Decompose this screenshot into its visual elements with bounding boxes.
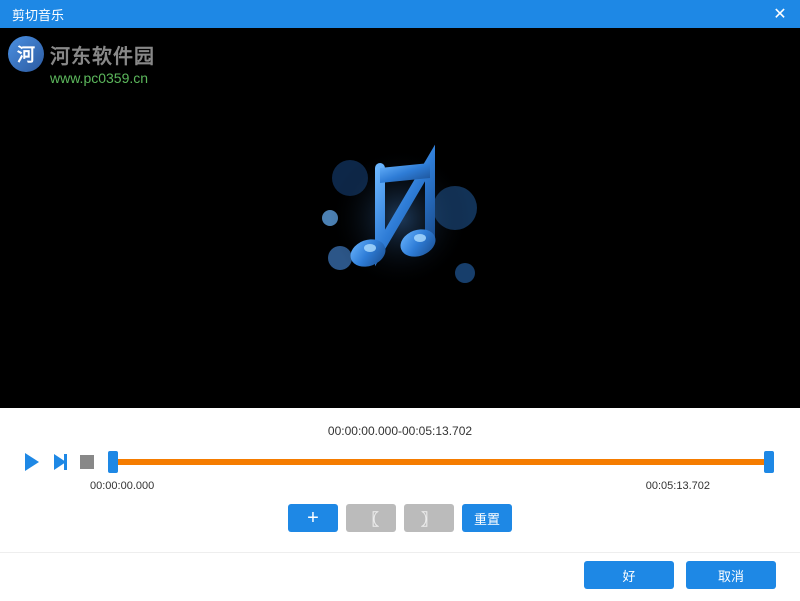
- close-icon: ✕: [773, 4, 786, 24]
- watermark-logo: 河 河东软件园: [8, 36, 155, 72]
- step-forward-icon: [54, 454, 67, 470]
- mark-out-button[interactable]: 〗: [404, 504, 454, 532]
- time-labels: 00:00:00.000 00:05:13.702: [20, 478, 780, 500]
- watermark: 河 河东软件园 www.pc0359.cn: [8, 36, 155, 86]
- watermark-logo-icon: 河: [8, 36, 44, 72]
- trim-start-handle[interactable]: [108, 451, 118, 473]
- controls-panel: 00:00:00.000-00:05:13.702 00:00:00.000 0…: [0, 408, 800, 552]
- slider-track: [108, 459, 774, 465]
- trim-end-handle[interactable]: [764, 451, 774, 473]
- add-segment-button[interactable]: +: [288, 504, 338, 532]
- action-buttons-row: + 〖 〗 重置: [20, 500, 780, 544]
- titlebar: 剪切音乐 ✕: [0, 0, 800, 28]
- play-button[interactable]: [20, 450, 44, 474]
- reset-button[interactable]: 重置: [462, 504, 512, 532]
- mark-in-button[interactable]: 〖: [346, 504, 396, 532]
- step-forward-button[interactable]: [48, 450, 72, 474]
- plus-icon: +: [307, 507, 319, 530]
- playback-row: [20, 446, 780, 478]
- watermark-url: www.pc0359.cn: [50, 70, 155, 86]
- watermark-text: 河东软件园: [50, 40, 155, 69]
- music-note-icon: [300, 118, 500, 318]
- time-range-display: 00:00:00.000-00:05:13.702: [20, 416, 780, 446]
- ok-button[interactable]: 好: [584, 561, 674, 589]
- bracket-left-icon: 〖: [363, 506, 379, 530]
- close-button[interactable]: ✕: [768, 2, 792, 26]
- trim-slider[interactable]: [108, 452, 774, 472]
- start-time-label: 00:00:00.000: [90, 480, 154, 492]
- bracket-right-icon: 〗: [421, 506, 437, 530]
- window-title: 剪切音乐: [8, 5, 64, 24]
- cancel-button[interactable]: 取消: [686, 561, 776, 589]
- preview-area: 河 河东软件园 www.pc0359.cn: [0, 28, 800, 408]
- stop-button[interactable]: [80, 455, 94, 469]
- footer-buttons: 好 取消: [0, 552, 800, 601]
- end-time-label: 00:05:13.702: [646, 480, 710, 492]
- play-icon: [25, 453, 39, 471]
